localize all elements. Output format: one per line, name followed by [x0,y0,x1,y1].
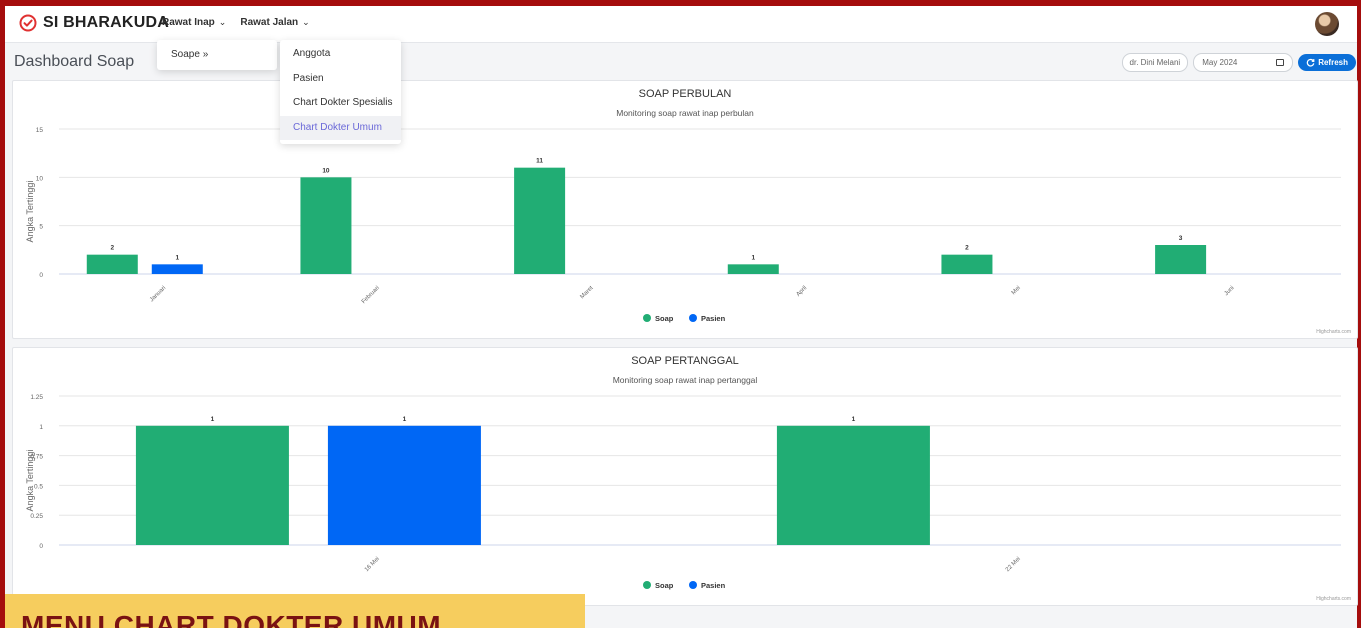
data-label: 1 [175,254,179,261]
nav-menu: Rawat Inap ⌄ Rawat Jalan ⌄ [162,17,310,28]
data-label: 10 [322,167,330,174]
data-label: 1 [403,416,407,423]
caption-banner: MENU CHART DOKTER UMUM [5,594,585,628]
chart-subtitle: Monitoring soap rawat inap perbulan [616,108,754,118]
legend-marker [689,581,697,589]
x-tick-label: Januari [149,285,167,303]
chevron-down-icon: ⌄ [302,17,310,27]
data-label: 1 [211,416,215,423]
y-tick-label: 10 [36,175,44,182]
x-tick-label: Maret [579,285,594,300]
nav-rawat-jalan[interactable]: Rawat Jalan ⌄ [240,17,309,28]
chart-credit: Highcharts.com [1316,329,1351,335]
chart-title: SOAP PERTANGGAL [631,355,739,367]
y-tick-label: 1.25 [30,394,43,401]
submenu-item-soape[interactable]: Soape » [171,49,208,60]
y-tick-label: 0 [39,543,43,550]
month-input[interactable]: May 2024 [1193,53,1294,72]
dropdown-item[interactable]: Chart Dokter Umum [280,115,401,140]
refresh-button[interactable]: Refresh [1298,54,1356,71]
legend-marker [643,581,651,589]
nav-rawat-inap[interactable]: Rawat Inap ⌄ [162,17,226,28]
legend-marker [689,314,697,322]
legend-label: Soap [655,581,674,590]
caption-text: MENU CHART DOKTER UMUM [21,610,442,628]
app-title: SI BHARAKUDA [43,14,169,31]
chart-pertanggal: SOAP PERTANGGAL Monitoring soap rawat ina… [25,355,1351,602]
x-tick-label: Februari [361,285,381,305]
bar-soap [86,254,138,274]
x-tick-label: 22 Mei [1005,556,1022,573]
bar-soap [776,425,930,545]
y-tick-label: 5 [39,224,43,231]
legend-label: Soap [655,314,674,323]
x-tick-label: April [796,285,809,298]
y-tick-label: 0 [39,272,43,279]
bar-pasien [327,425,481,545]
chart-title: SOAP PERBULAN [639,88,732,100]
dropdown-item[interactable]: Pasien [280,67,401,91]
check-circle-icon [19,14,37,32]
refresh-label: Refresh [1318,58,1348,67]
chart-card-perbulan: SOAP PERBULAN Monitoring soap rawat inap … [12,80,1358,339]
dropdown-item[interactable]: Chart Dokter Spesialis [280,91,401,115]
bar-soap [1155,245,1207,274]
data-label: 1 [751,254,755,261]
bar-soap [300,177,352,274]
nav-rawat-jalan-label: Rawat Jalan [240,17,299,28]
chart-subtitle: Monitoring soap rawat inap pertanggal [613,375,758,385]
page-title: Dashboard Soap [14,53,135,70]
data-label: 11 [536,158,543,165]
bar-soap [727,264,779,274]
submenu-rawat-inap: Soape » [157,40,277,70]
y-axis-label: Angka Tertinggi [25,181,35,243]
top-controls: dr. Dini Melani May 2024 Refresh [1121,53,1356,72]
month-value: May 2024 [1202,58,1238,67]
brand[interactable]: SI BHARAKUDA [19,14,169,32]
y-axis-label: Angka Tertinggi [25,450,35,512]
chart-card-pertanggal: SOAP PERTANGGAL Monitoring soap rawat ina… [12,347,1358,606]
x-tick-label: Mei [1011,285,1022,296]
frame-left [0,0,5,628]
refresh-icon [1306,58,1315,67]
x-tick-label: 16 Mei [364,556,381,573]
y-tick-label: 15 [36,127,44,134]
chart-credit: Highcharts.com [1316,596,1351,602]
y-tick-label: 1 [39,424,43,431]
data-label: 2 [110,245,114,252]
data-label: 2 [965,245,969,252]
dropdown-soape: Anggota Pasien Chart Dokter Spesialis Chart… [280,40,401,144]
doctor-select[interactable]: dr. Dini Melani [1121,53,1189,72]
chevron-down-icon: ⌄ [218,17,227,27]
bar-pasien [151,264,203,274]
dropdown-item[interactable]: Anggota [280,42,401,66]
nav-rawat-inap-label: Rawat Inap [162,17,215,28]
y-tick-label: 0.25 [30,513,43,520]
navbar: SI BHARAKUDA Rawat Inap ⌄ Rawat Jalan ⌄ [5,6,1357,43]
avatar[interactable] [1315,12,1339,36]
data-label: 3 [1179,235,1183,242]
y-tick-label: 0.5 [34,483,43,490]
x-tick-label: Juni [1224,285,1236,297]
legend-label: Pasien [701,581,726,590]
legend-label: Pasien [701,314,726,323]
bar-soap [514,167,566,274]
calendar-icon[interactable] [1276,59,1285,66]
bar-soap [941,254,993,274]
data-label: 1 [852,416,856,423]
bar-soap [135,425,289,545]
legend-marker [643,314,651,322]
chart-perbulan: SOAP PERBULAN Monitoring soap rawat inap … [25,88,1351,335]
